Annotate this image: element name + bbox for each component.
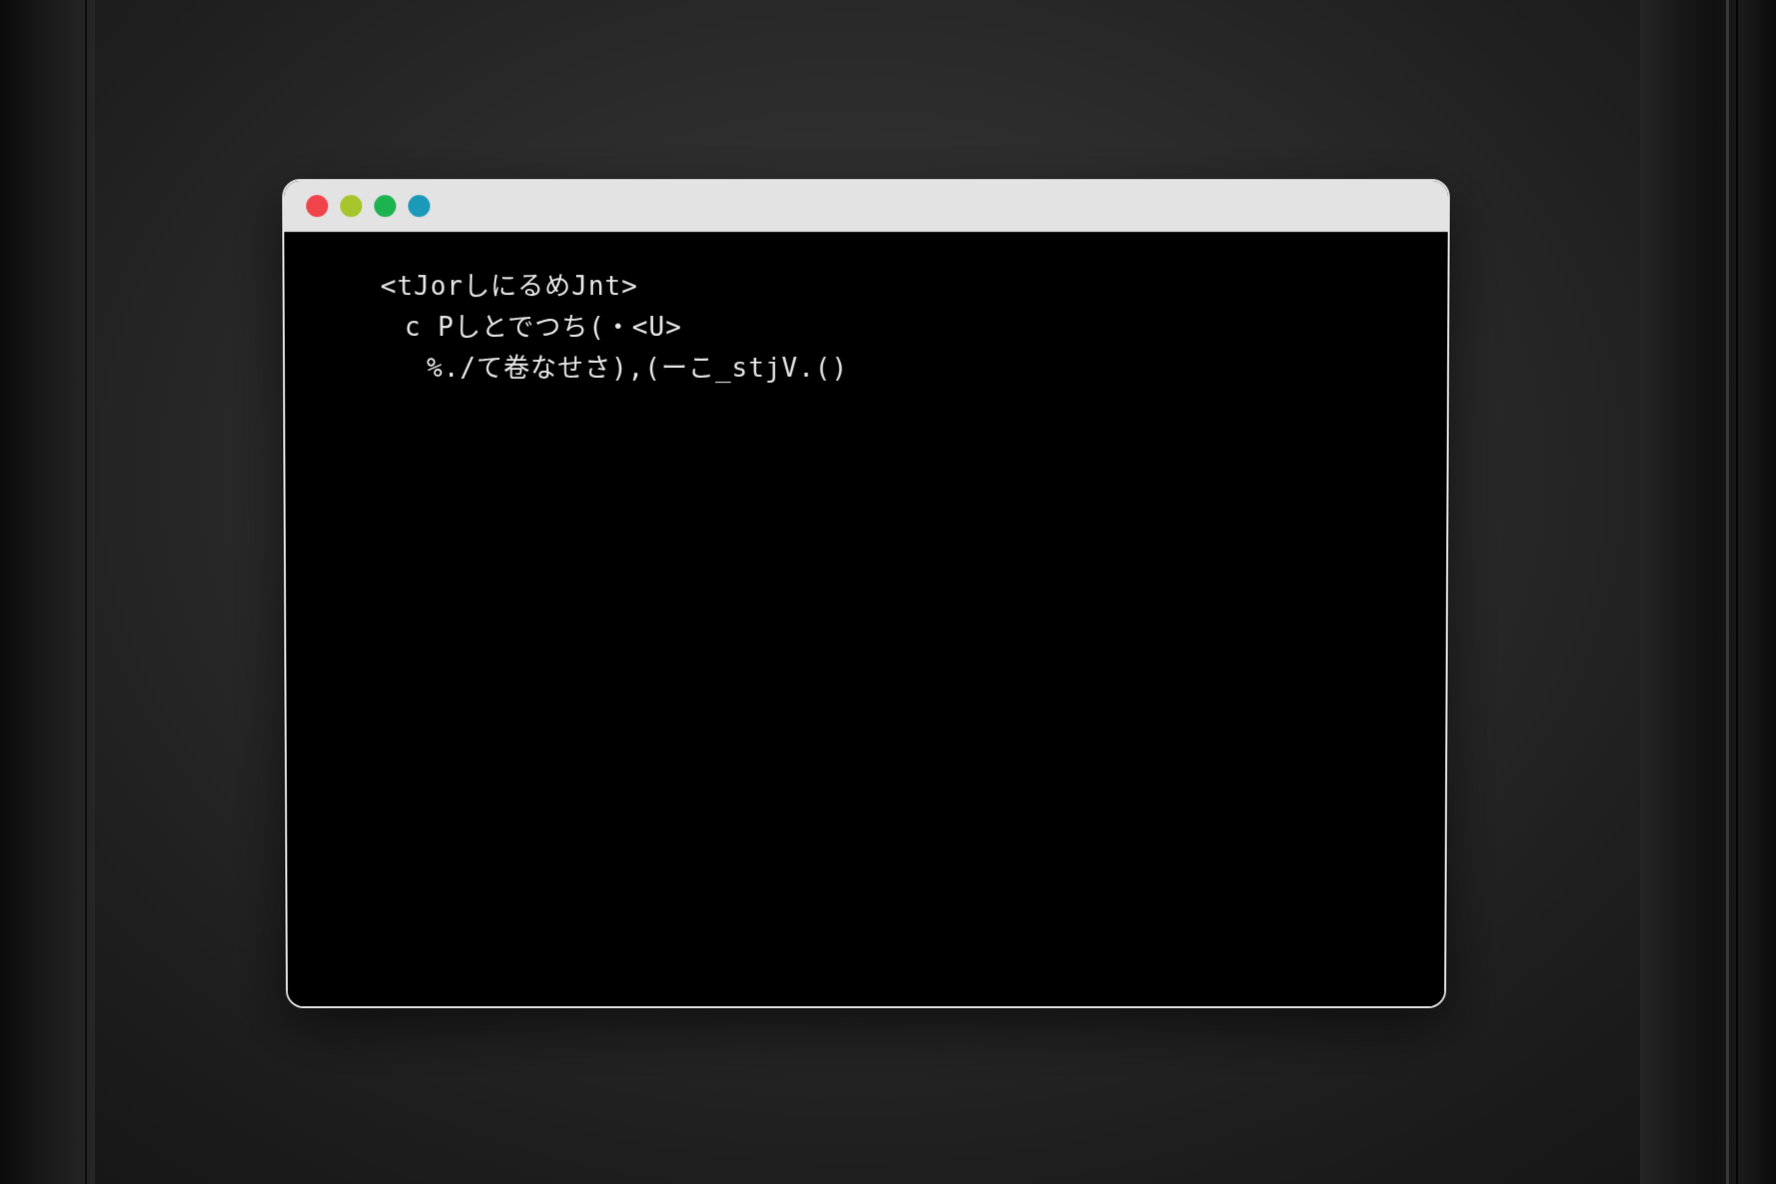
terminal-output[interactable]: <tJorしにるめJnt> c Pしとでつち(・<U> %./て卷なせさ),(ー…	[284, 233, 1447, 1006]
right-bezel	[1640, 0, 1776, 1184]
background-scene: <tJorしにるめJnt> c Pしとでつち(・<U> %./て卷なせさ),(ー…	[0, 0, 1776, 1184]
maximize-button[interactable]	[374, 195, 396, 217]
left-bezel	[0, 0, 95, 1184]
close-button[interactable]	[306, 195, 328, 217]
extra-button[interactable]	[408, 195, 430, 217]
window-titlebar[interactable]	[284, 181, 1448, 232]
terminal-window[interactable]: <tJorしにるめJnt> c Pしとでつち(・<U> %./て卷なせさ),(ー…	[282, 179, 1450, 1008]
terminal-line: <tJorしにるめJnt>	[380, 267, 1447, 308]
terminal-line: %./て卷なせさ),(ーこ_stjV.()	[381, 349, 1448, 390]
minimize-button[interactable]	[340, 195, 362, 217]
terminal-line: c Pしとでつち(・<U>	[381, 308, 1448, 349]
